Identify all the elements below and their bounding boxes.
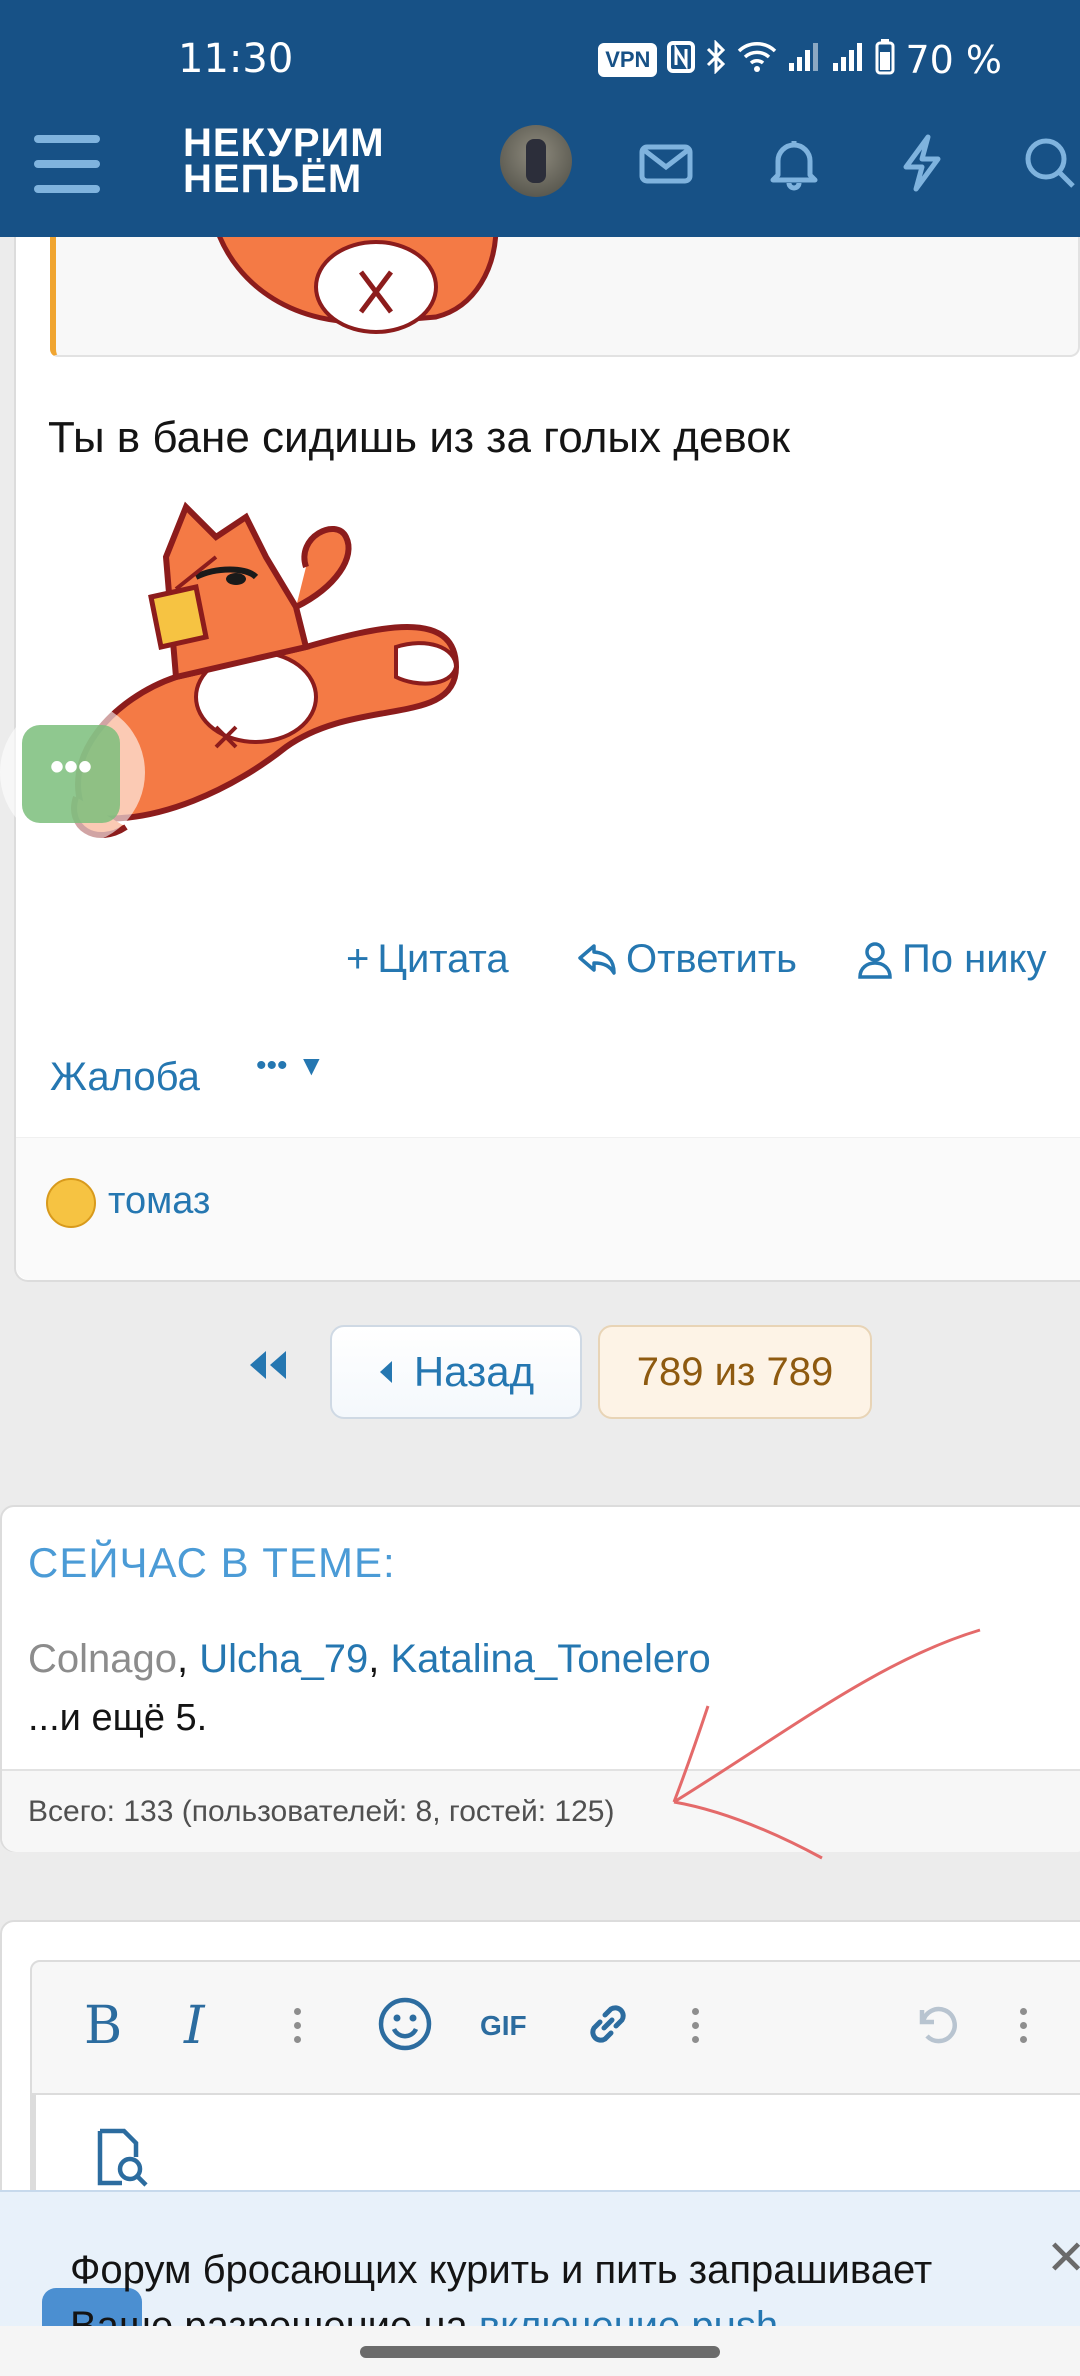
preview-icon[interactable] bbox=[90, 2127, 152, 2194]
signal-icon bbox=[831, 41, 865, 79]
reply-icon bbox=[578, 943, 616, 975]
nfc-icon bbox=[667, 41, 696, 79]
reply-label: Ответить bbox=[626, 937, 797, 981]
quote-label: Цитата bbox=[377, 937, 509, 981]
editor-toolbar: B I GIF bbox=[30, 1960, 1080, 2095]
reaction-user-link[interactable]: томаз bbox=[108, 1180, 210, 1223]
status-time: 11:30 bbox=[178, 36, 294, 82]
battery-icon bbox=[875, 39, 895, 81]
status-icons: VPN 70 % bbox=[598, 38, 1002, 82]
back-page-button[interactable]: Назад bbox=[330, 1325, 582, 1419]
more-icon[interactable] bbox=[1020, 2008, 1028, 2050]
post-card: Ты в бане сидишь из за голых девок + Цит… bbox=[14, 237, 1080, 1282]
caret-left-icon bbox=[379, 1361, 392, 1383]
user-link[interactable]: Colnago bbox=[28, 1637, 177, 1681]
totals-text: Всего: 133 (пользователей: 8, гостей: 12… bbox=[28, 1795, 615, 1828]
annotation-arrow bbox=[672, 1628, 981, 1860]
more-dots: ••• bbox=[256, 1049, 288, 1082]
report-link[interactable]: Жалоба bbox=[50, 1055, 200, 1100]
site-logo[interactable]: НЕКУРИМ НЕПЬЁМ bbox=[183, 121, 385, 201]
first-page-icon[interactable] bbox=[244, 1345, 290, 1395]
italic-icon[interactable]: I bbox=[184, 2000, 205, 2052]
online-users-list: Colnago, Ulcha_79, Katalina_Tonelero bbox=[28, 1637, 711, 1681]
battery-percent: 70 % bbox=[905, 38, 1002, 82]
app-header: НЕКУРИМ НЕПЬЁМ bbox=[0, 95, 1080, 237]
by-nick-button[interactable]: По нику bbox=[856, 937, 1047, 982]
avatar[interactable] bbox=[500, 125, 572, 197]
quote-button[interactable]: + Цитата bbox=[346, 937, 509, 982]
current-page-indicator[interactable]: 789 из 789 bbox=[598, 1325, 872, 1419]
link-icon[interactable] bbox=[580, 1996, 636, 2061]
bell-icon[interactable] bbox=[764, 133, 824, 193]
bold-icon[interactable]: B bbox=[84, 2000, 122, 2052]
now-in-thread-title: СЕЙЧАС В ТЕМЕ: bbox=[28, 1539, 396, 1586]
more-users-text: ...и ещё 5. bbox=[28, 1697, 208, 1739]
chevron-down-icon: ▼ bbox=[297, 1050, 326, 1081]
close-icon[interactable]: ✕ bbox=[1046, 2230, 1080, 2286]
quoted-sticker bbox=[50, 237, 1080, 357]
user-icon bbox=[858, 941, 892, 979]
bluetooth-icon bbox=[705, 39, 727, 80]
wifi-icon bbox=[737, 41, 777, 79]
undo-icon[interactable] bbox=[908, 1996, 964, 2061]
status-bar: 11:30 VPN 70 % bbox=[0, 0, 1080, 95]
reply-button[interactable]: Ответить bbox=[576, 937, 797, 982]
search-icon[interactable] bbox=[1020, 133, 1080, 193]
signal-icon bbox=[787, 41, 821, 79]
by-nick-label: По нику bbox=[902, 937, 1047, 981]
mail-icon[interactable] bbox=[636, 133, 696, 193]
more-icon[interactable] bbox=[294, 2008, 302, 2050]
gif-icon[interactable]: GIF bbox=[480, 2012, 527, 2040]
logo-line-2: НЕПЬЁМ bbox=[183, 157, 363, 201]
plus-icon: + bbox=[346, 937, 370, 981]
system-nav-bar bbox=[0, 2326, 1080, 2376]
emoji-icon[interactable] bbox=[377, 1996, 433, 2061]
home-gesture-bar[interactable] bbox=[360, 2346, 720, 2358]
post-body-text: Ты в бане сидишь из за голых девок bbox=[48, 413, 791, 462]
reactions-row: томаз bbox=[16, 1137, 1080, 1280]
floating-menu-button[interactable]: ••• bbox=[22, 725, 120, 823]
user-link[interactable]: Ulcha_79 bbox=[199, 1637, 368, 1681]
laughing-emoji-icon bbox=[46, 1178, 96, 1228]
back-label: Назад bbox=[413, 1348, 535, 1395]
logo-line-1: НЕКУРИМ bbox=[183, 121, 385, 165]
more-actions-button[interactable]: ••• ▼ bbox=[256, 1049, 325, 1083]
bolt-icon[interactable] bbox=[892, 133, 952, 193]
menu-icon[interactable] bbox=[34, 135, 100, 193]
more-icon[interactable] bbox=[692, 2008, 700, 2050]
vpn-icon: VPN bbox=[598, 43, 658, 77]
